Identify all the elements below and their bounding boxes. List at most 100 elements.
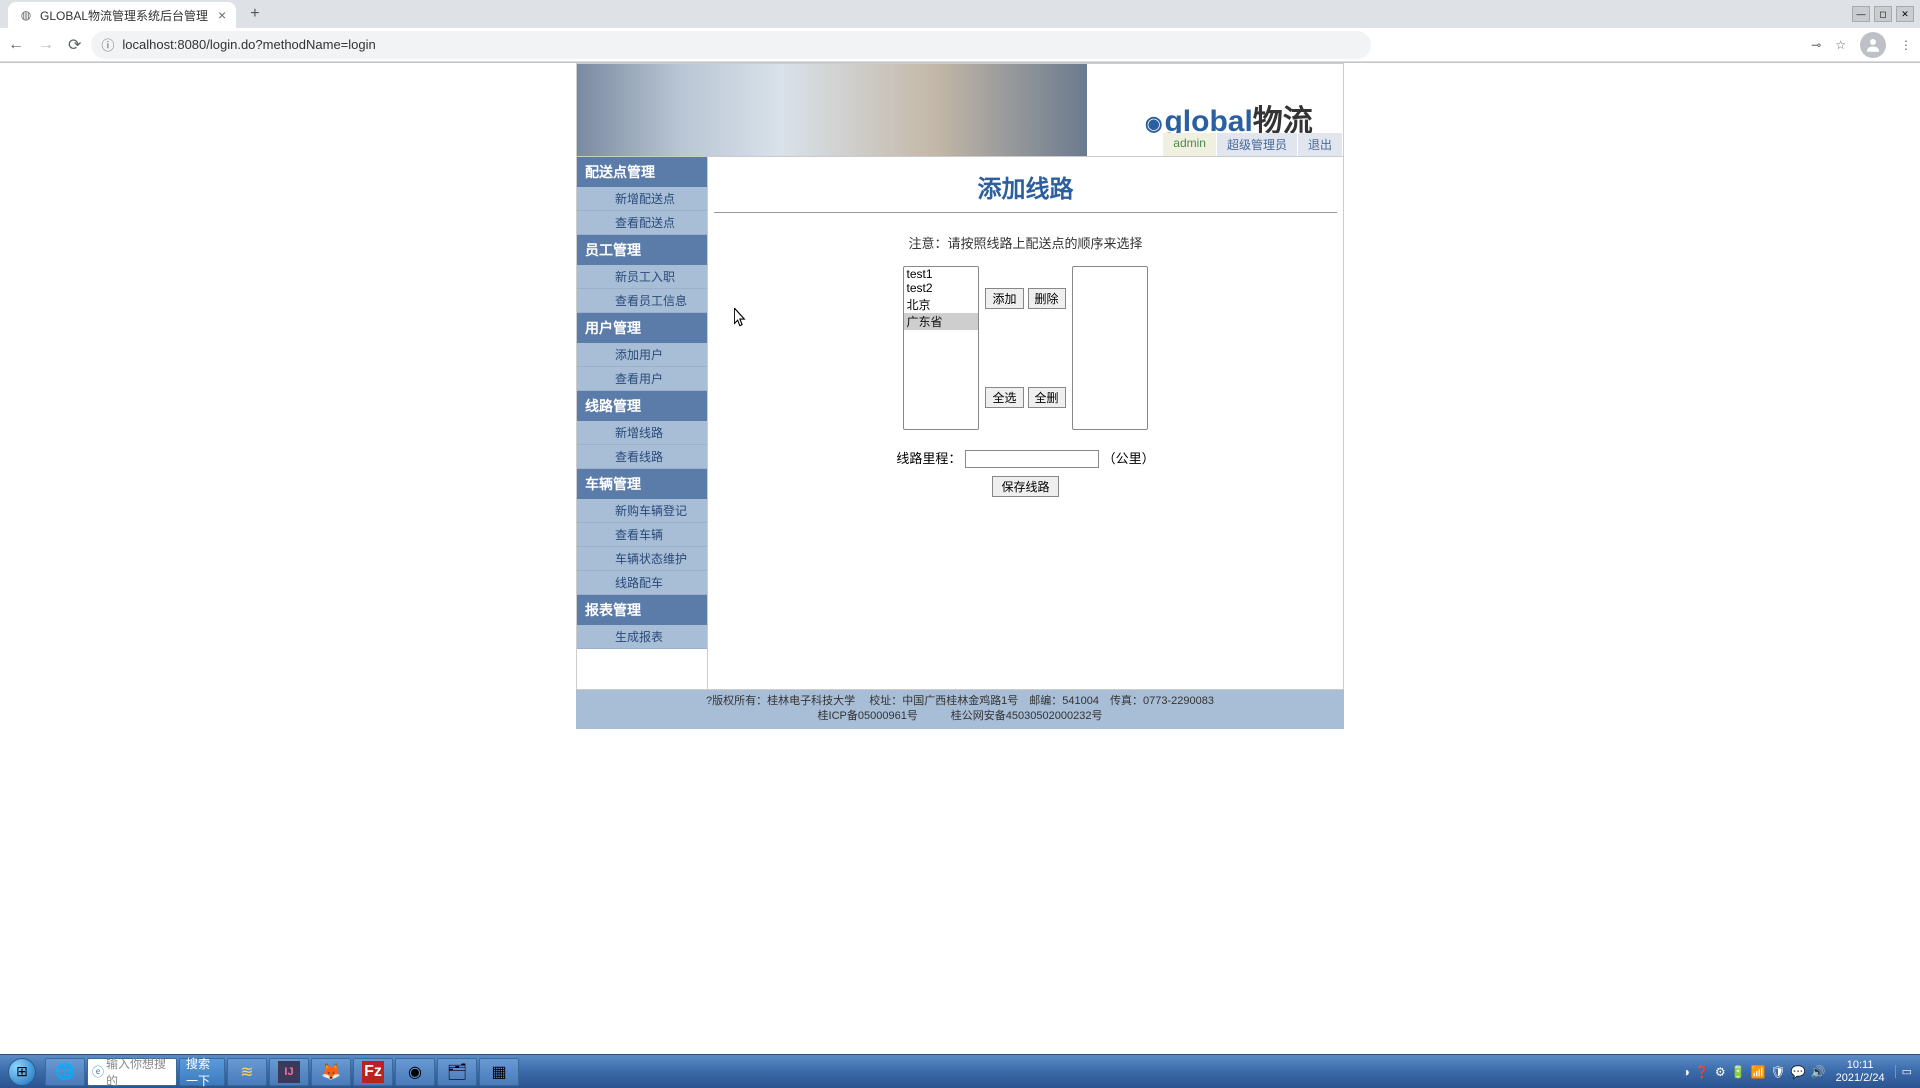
tray-icon[interactable]: ◑ [1683, 1065, 1690, 1079]
menu-item[interactable]: 查看线路 [577, 445, 707, 469]
save-row: 保存线路 [708, 474, 1343, 547]
task-globe[interactable]: 🌐 [45, 1058, 85, 1086]
ie-icon: ⓔ [92, 1063, 104, 1080]
chrome-icon: ◉ [404, 1061, 426, 1083]
menu-item[interactable]: 车辆状态维护 [577, 547, 707, 571]
content-area: 添加线路 注意：请按照线路上配送点的顺序来选择 test1test2北京广东省 … [708, 157, 1343, 689]
select-all-button[interactable]: 全选 [985, 387, 1023, 408]
reload-button[interactable]: ⟳ [68, 35, 81, 55]
footer: ?版权所有：桂林电子科技大学 校址：中国广西桂林金鸡路1号 邮编：541004 … [576, 690, 1344, 729]
task-app-3[interactable]: 🗂 [437, 1058, 477, 1086]
menu-header: 线路管理 [577, 391, 707, 421]
distance-input[interactable] [965, 450, 1099, 468]
remove-all-button[interactable]: 全删 [1028, 387, 1066, 408]
browser-tab[interactable]: ◍ GLOBAL物流管理系统后台管理 × [8, 2, 236, 28]
tray-icon[interactable]: 🛡 [1771, 1065, 1786, 1079]
main-layout: 配送点管理新增配送点查看配送点员工管理新员工入职查看员工信息用户管理添加用户查看… [576, 156, 1344, 690]
page-container: ◉global物流 admin 超级管理员 退出 配送点管理新增配送点查看配送点… [576, 63, 1344, 729]
new-tab-button[interactable]: + [244, 5, 265, 23]
dual-list-selector: test1test2北京广东省 添加 删除 全选 全删 [708, 266, 1343, 430]
menu-item[interactable]: 查看车辆 [577, 523, 707, 547]
info-icon: ⓘ [101, 35, 114, 54]
selected-list [1072, 266, 1148, 430]
menu-item[interactable]: 查看用户 [577, 367, 707, 391]
tray-icon[interactable]: 📶 [1751, 1065, 1766, 1079]
window-controls: — ◻ ✕ [1852, 6, 1920, 22]
tab-title: GLOBAL物流管理系统后台管理 [40, 7, 208, 24]
menu-item[interactable]: 线路配车 [577, 571, 707, 595]
browser-chrome: ◍ GLOBAL物流管理系统后台管理 × + — ◻ ✕ ← → ⟳ ⓘ loc… [0, 0, 1920, 63]
menu-header: 配送点管理 [577, 157, 707, 187]
menu-item[interactable]: 生成报表 [577, 625, 707, 649]
tray-icon[interactable]: ⚙ [1715, 1065, 1726, 1079]
notice-text: 注意：请按照线路上配送点的顺序来选择 [708, 213, 1343, 266]
tray-icon[interactable]: 🔊 [1811, 1065, 1826, 1079]
save-route-button[interactable]: 保存线路 [992, 476, 1058, 497]
app-icon: 🗂 [446, 1061, 468, 1083]
menu-item[interactable]: 添加用户 [577, 343, 707, 367]
distance-label: 线路里程： [896, 451, 961, 466]
user-strip: admin 超级管理员 退出 [1163, 133, 1343, 156]
add-button[interactable]: 添加 [985, 288, 1023, 309]
start-button[interactable]: ⊞ [0, 1055, 44, 1088]
menu-header: 员工管理 [577, 235, 707, 265]
minimize-button[interactable]: — [1852, 6, 1870, 22]
page-title: 添加线路 [714, 157, 1337, 213]
maximize-button[interactable]: ◻ [1874, 6, 1892, 22]
url-text: localhost:8080/login.do?methodName=login [122, 37, 375, 52]
distance-row: 线路里程： （公里） [708, 430, 1343, 474]
remove-button[interactable]: 删除 [1028, 288, 1066, 309]
show-desktop-button[interactable]: ▭ [1895, 1065, 1912, 1078]
globe-logo-icon: ◉ [1145, 113, 1162, 135]
browser-toolbar: ← → ⟳ ⓘ localhost:8080/login.do?methodNa… [0, 28, 1920, 62]
header-banner: ◉global物流 admin 超级管理员 退出 [576, 63, 1344, 156]
menu-header: 车辆管理 [577, 469, 707, 499]
url-bar[interactable]: ⓘ localhost:8080/login.do?methodName=log… [91, 31, 1371, 59]
tray-icon[interactable]: 🔋 [1731, 1065, 1746, 1079]
menu-item[interactable]: 查看员工信息 [577, 289, 707, 313]
taskbar: ⊞ 🌐 ⓔ 输入你想搜的 搜索一下 ≋ IJ 🦊 Fz ◉ 🗂 ▦ ◑ ❓ ⚙ … [0, 1054, 1920, 1088]
close-icon[interactable]: × [218, 7, 226, 23]
footer-line-1: ?版权所有：桂林电子科技大学 校址：中国广西桂林金鸡路1号 邮编：541004 … [576, 694, 1344, 709]
key-icon[interactable]: ⊸ [1811, 38, 1821, 52]
banner-right: ◉global物流 admin 超级管理员 退出 [1087, 64, 1343, 156]
cursor-icon [734, 308, 748, 328]
menu-header: 用户管理 [577, 313, 707, 343]
forward-button[interactable]: → [38, 36, 54, 54]
profile-avatar[interactable] [1860, 32, 1886, 58]
bookmark-icon[interactable]: ☆ [1835, 38, 1846, 52]
transfer-buttons: 添加 删除 全选 全删 [985, 266, 1065, 430]
back-button[interactable]: ← [8, 36, 24, 54]
intellij-icon: IJ [278, 1061, 300, 1083]
task-search-box[interactable]: ⓔ 输入你想搜的 [87, 1058, 177, 1086]
menu-item[interactable]: 新增配送点 [577, 187, 707, 211]
tray-icon[interactable]: 💬 [1791, 1065, 1806, 1079]
user-role: 超级管理员 [1217, 133, 1298, 156]
current-user: admin [1163, 133, 1217, 156]
task-app-4[interactable]: ▦ [479, 1058, 519, 1086]
tray-icon[interactable]: ❓ [1695, 1065, 1710, 1079]
close-window-button[interactable]: ✕ [1896, 6, 1914, 22]
available-list: test1test2北京广东省 [903, 266, 979, 430]
system-tray: ◑ ❓ ⚙ 🔋 📶 🛡 💬 🔊 10:11 2021/2/24 ▭ [1675, 1059, 1920, 1083]
menu-item[interactable]: 新增线路 [577, 421, 707, 445]
available-select[interactable]: test1test2北京广东省 [903, 266, 979, 430]
logout-link[interactable]: 退出 [1298, 133, 1343, 156]
banner-image [577, 64, 1087, 156]
menu-item[interactable]: 新员工入职 [577, 265, 707, 289]
task-firefox[interactable]: 🦊 [311, 1058, 351, 1086]
task-app-1[interactable]: ≋ [227, 1058, 267, 1086]
tray-clock[interactable]: 10:11 2021/2/24 [1832, 1059, 1889, 1083]
tray-icons[interactable]: ◑ ❓ ⚙ 🔋 📶 🛡 💬 🔊 [1683, 1065, 1826, 1079]
menu-item[interactable]: 查看配送点 [577, 211, 707, 235]
menu-icon[interactable]: ⋮ [1900, 38, 1912, 52]
task-filezilla[interactable]: Fz [353, 1058, 393, 1086]
selected-select[interactable] [1072, 266, 1148, 430]
menu-item[interactable]: 新购车辆登记 [577, 499, 707, 523]
task-app-2[interactable]: IJ [269, 1058, 309, 1086]
menu-header: 报表管理 [577, 595, 707, 625]
task-chrome[interactable]: ◉ [395, 1058, 435, 1086]
task-search-button[interactable]: 搜索一下 [179, 1058, 225, 1086]
python-icon: ≋ [236, 1061, 258, 1083]
filezilla-icon: Fz [362, 1061, 384, 1083]
